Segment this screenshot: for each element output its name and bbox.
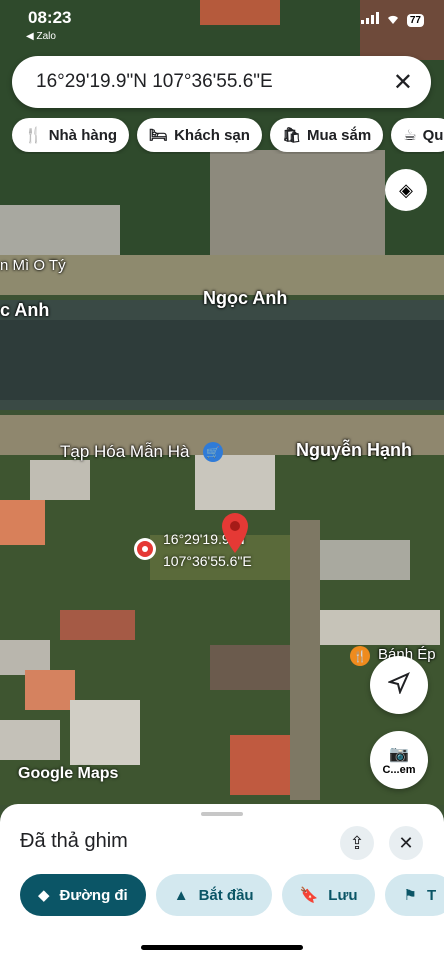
sheet-grabber[interactable]	[201, 812, 243, 816]
bookmark-icon: 🔖	[299, 887, 319, 904]
search-query[interactable]: 16°29'19.9"N 107°36'55.6"E	[36, 71, 273, 93]
map-label-ngoc-anh[interactable]: Ngọc Anh	[203, 288, 287, 309]
action-label: Đường đi	[59, 886, 128, 904]
action-label: Lưu	[328, 886, 358, 904]
layers-icon: ◈	[399, 179, 413, 200]
dropped-pin-icon[interactable]	[220, 512, 250, 559]
cafe-icon: ☕	[403, 127, 417, 144]
map-label-ngoc-anh-left[interactable]: c Anh	[0, 300, 49, 321]
category-chips: 🍴 Nhà hàng 🛏 Khách sạn 🛍 Mua sắm ☕ Qu	[12, 118, 444, 154]
close-icon[interactable]: ✕	[393, 68, 413, 97]
action-label: T	[426, 886, 437, 904]
directions-icon: ◆	[38, 887, 50, 904]
signal-icon	[360, 11, 379, 29]
close-icon: ✕	[398, 832, 414, 853]
chip-restaurants[interactable]: 🍴 Nhà hàng	[12, 118, 130, 152]
camera-search-button[interactable]: 📷 C...em	[370, 731, 428, 789]
camera-icon: 📷	[389, 746, 409, 763]
status-bar: 08:23 ◀ Zalo 77	[0, 0, 444, 42]
battery-indicator: 77	[406, 13, 424, 27]
camera-label: C...em	[382, 764, 416, 776]
my-location-button[interactable]	[370, 656, 428, 714]
google-maps-watermark: Google Maps	[18, 765, 119, 782]
action-label: Bắt đầu	[198, 886, 254, 904]
flag-icon: ⚑	[403, 887, 417, 904]
back-to-app-link[interactable]: ◀ Zalo	[26, 31, 56, 42]
shopping-poi-icon[interactable]: 🛒	[203, 442, 223, 462]
map-label-mi-o-ty[interactable]: n Mì O Tý	[0, 257, 66, 274]
navigate-icon: ▲	[173, 886, 189, 904]
layers-button[interactable]: ◈	[385, 169, 427, 211]
home-indicator[interactable]	[141, 945, 303, 950]
label-button[interactable]: ⚑ T	[385, 874, 444, 916]
chip-cafe[interactable]: ☕ Qu	[391, 118, 444, 152]
shopping-icon: 🛍	[281, 127, 301, 144]
food-poi-icon[interactable]: 🍴	[350, 646, 370, 666]
chip-label: Mua sắm	[306, 126, 372, 144]
search-bar[interactable]: 16°29'19.9"N 107°36'55.6"E ✕	[12, 56, 431, 108]
start-button[interactable]: ▲ Bắt đầu	[155, 874, 272, 916]
location-dot-icon[interactable]	[133, 537, 157, 566]
chip-shopping[interactable]: 🛍 Mua sắm	[269, 118, 384, 152]
sheet-title: Đã thả ghim	[20, 830, 128, 852]
chip-label: Khách sạn	[174, 126, 250, 144]
restaurant-icon: 🍴	[24, 127, 43, 144]
directions-button[interactable]: ◆ Đường đi	[20, 874, 146, 916]
share-button[interactable]: ⇪	[340, 826, 374, 860]
save-button[interactable]: 🔖 Lưu	[281, 874, 376, 916]
close-sheet-button[interactable]: ✕	[389, 826, 423, 860]
status-icons: 77	[360, 11, 424, 29]
map-label-tap-hoa[interactable]: Tạp Hóa Mẫn Hà	[60, 442, 189, 462]
clock: 08:23	[28, 8, 72, 27]
action-buttons: ◆ Đường đi ▲ Bắt đầu 🔖 Lưu ⚑ T	[20, 874, 444, 916]
chip-label: Qu	[422, 126, 444, 144]
hotel-icon: 🛏	[149, 127, 169, 144]
wifi-icon	[385, 11, 401, 29]
share-icon: ⇪	[349, 832, 365, 853]
map-label-nguyen-hanh[interactable]: Nguyễn Hạnh	[296, 440, 412, 461]
navigation-arrow-icon	[386, 671, 410, 699]
chip-hotels[interactable]: 🛏 Khách sạn	[137, 118, 262, 152]
chip-label: Nhà hàng	[48, 126, 118, 144]
bottom-sheet: Đã thả ghim ⇪ ✕ ◆ Đường đi ▲ Bắt đầu 🔖 L…	[0, 804, 444, 960]
